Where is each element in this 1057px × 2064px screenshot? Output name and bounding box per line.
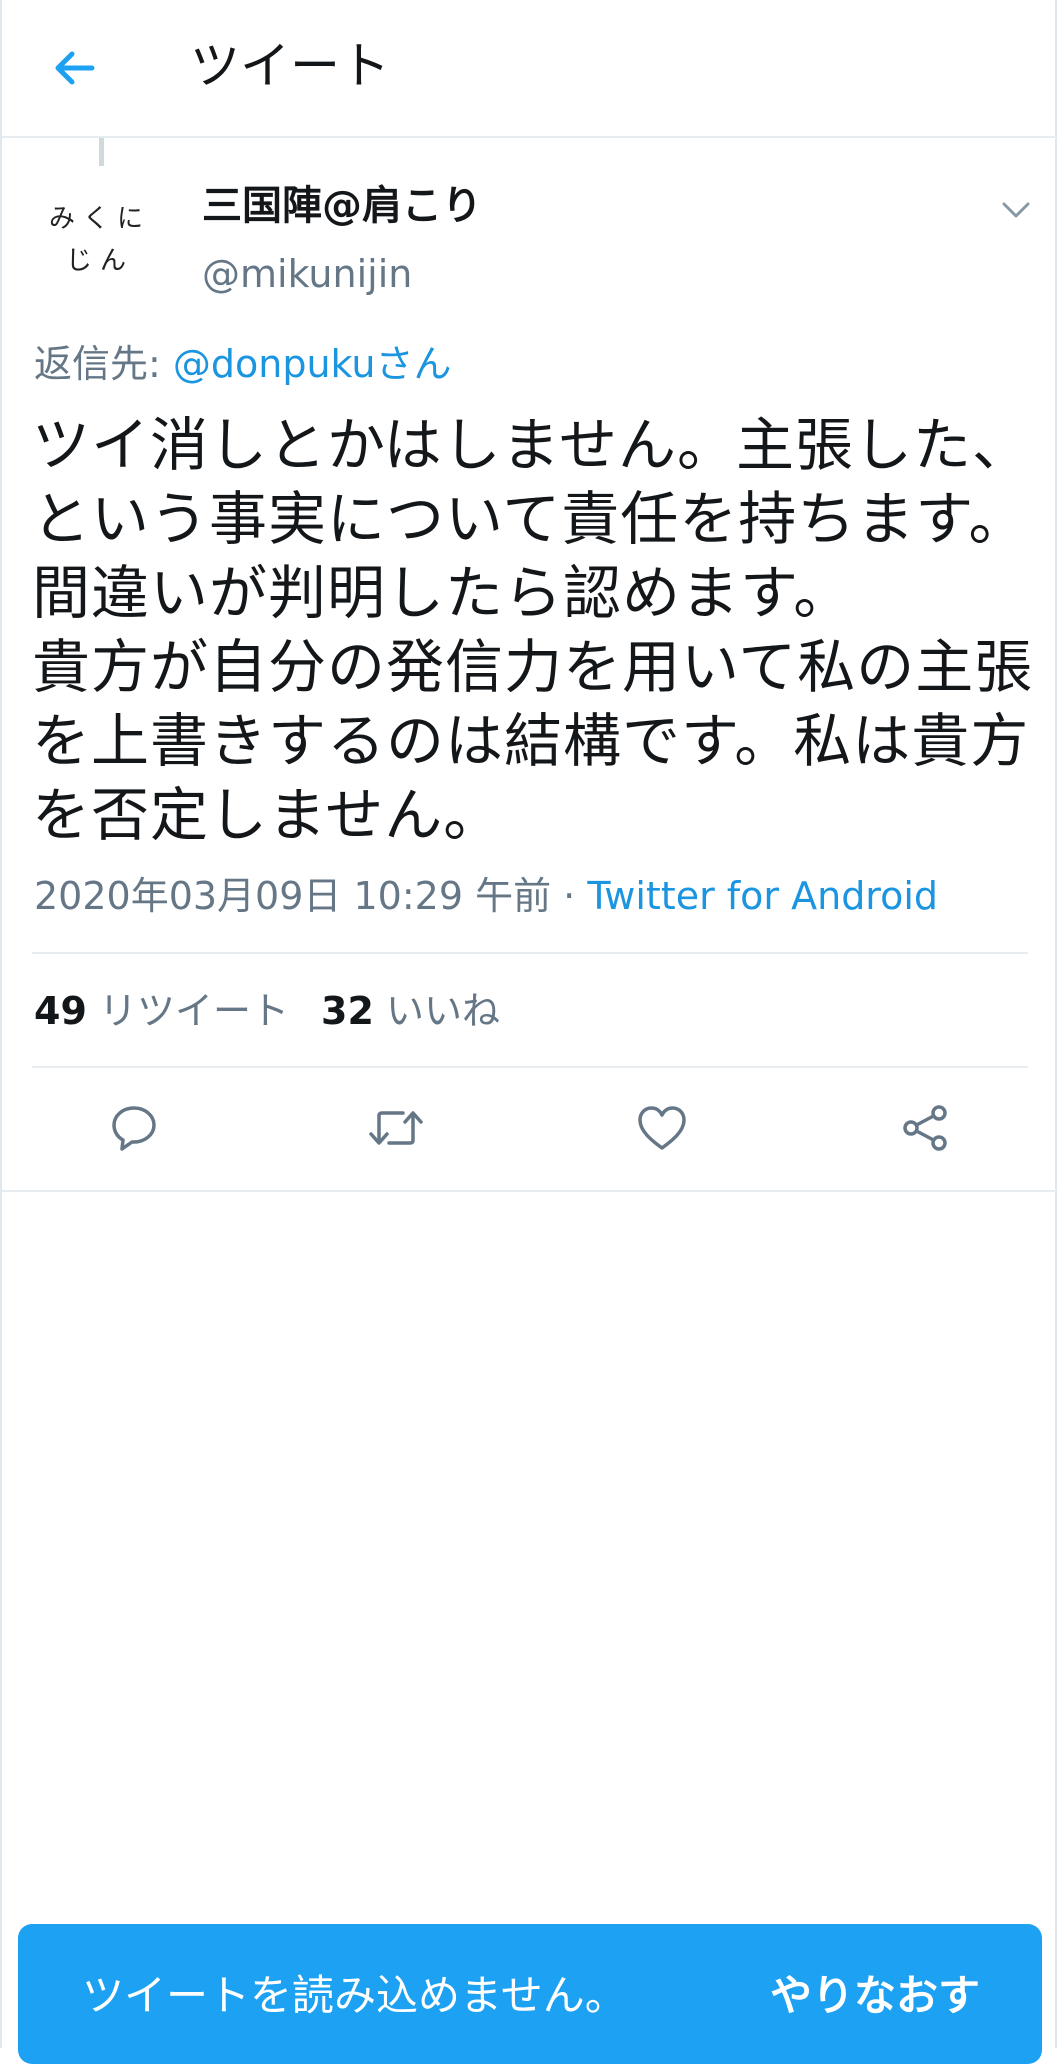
reply-to-line: 返信先: @donpukuさん bbox=[34, 336, 451, 392]
tweet-text-line: という事実について責任を持ちます。 bbox=[32, 485, 1028, 553]
tweet-text-line: を上書きするのは結構です。私は貴方 bbox=[32, 707, 1030, 775]
tweet-timestamp: 2020年03月09日 10:29 午前 bbox=[34, 874, 552, 918]
likes-stat[interactable]: 32 いいね bbox=[321, 989, 500, 1033]
retweet-button[interactable] bbox=[364, 1096, 428, 1160]
arrow-left-icon bbox=[55, 51, 95, 85]
thread-connector-line bbox=[99, 138, 104, 166]
tweet-source-link[interactable]: Twitter for Android bbox=[587, 874, 938, 918]
tweet-stats: 49 リツイート 32 いいね bbox=[34, 983, 500, 1039]
share-button[interactable] bbox=[894, 1096, 958, 1160]
tweet-text: ツイ消しとかはしません。主張した、 という事実について責任を持ちます。 間違いが… bbox=[32, 408, 1032, 852]
heart-icon bbox=[638, 1106, 686, 1150]
reply-to-prefix: 返信先: bbox=[34, 342, 173, 386]
share-icon bbox=[903, 1105, 947, 1151]
retweets-stat[interactable]: 49 リツイート bbox=[34, 989, 289, 1033]
likes-label: いいね bbox=[385, 989, 500, 1033]
reply-button[interactable] bbox=[102, 1096, 166, 1160]
tweet-text-line: ツイ消しとかはしません。主張した、 bbox=[32, 411, 1031, 479]
page-title: ツイート bbox=[190, 37, 390, 95]
retweet-icon bbox=[369, 1111, 423, 1145]
divider bbox=[32, 952, 1028, 954]
tweet-text-line: を否定しません。 bbox=[32, 781, 503, 849]
tweet-text-line: 間違いが判明したら認めます。 bbox=[32, 559, 853, 627]
avatar-text-line-1: みくに bbox=[48, 204, 151, 234]
snackbar-message: ツイートを読み込めません。 bbox=[82, 1971, 627, 2020]
author-display-name[interactable]: 三国陣@肩こり bbox=[202, 178, 482, 234]
avatar-text-line-2: じん bbox=[65, 246, 134, 276]
like-button[interactable] bbox=[630, 1096, 694, 1160]
avatar[interactable]: みくに じん bbox=[38, 178, 162, 302]
tweet-menu-button[interactable] bbox=[992, 186, 1040, 234]
author-handle[interactable]: @mikunijin bbox=[202, 246, 412, 302]
top-app-bar: ツイート bbox=[2, 0, 1057, 138]
divider bbox=[32, 1066, 1028, 1068]
retry-button[interactable]: やりなおす bbox=[770, 1968, 980, 2024]
chevron-down-icon bbox=[1002, 202, 1030, 218]
meta-separator: · bbox=[551, 874, 588, 918]
retweets-count: 49 bbox=[34, 989, 87, 1033]
app-frame: ツイート みくに じん 三国陣@肩こり @mikunijin 返信先: @don… bbox=[0, 0, 1057, 2064]
error-snackbar: ツイートを読み込めません。 やりなおす bbox=[18, 1924, 1042, 2064]
tweet-metadata: 2020年03月09日 10:29 午前 · Twitter for Andro… bbox=[34, 868, 938, 924]
reply-icon bbox=[112, 1106, 156, 1151]
back-button[interactable] bbox=[42, 36, 106, 100]
tweet-bottom-border bbox=[2, 1190, 1057, 1192]
likes-count: 32 bbox=[321, 989, 374, 1033]
reply-to-mention-link[interactable]: @donpukuさん bbox=[173, 342, 452, 386]
tweet-text-line: 貴方が自分の発信力を用いて私の主張 bbox=[32, 633, 1034, 701]
retweets-label: リツイート bbox=[98, 989, 289, 1033]
